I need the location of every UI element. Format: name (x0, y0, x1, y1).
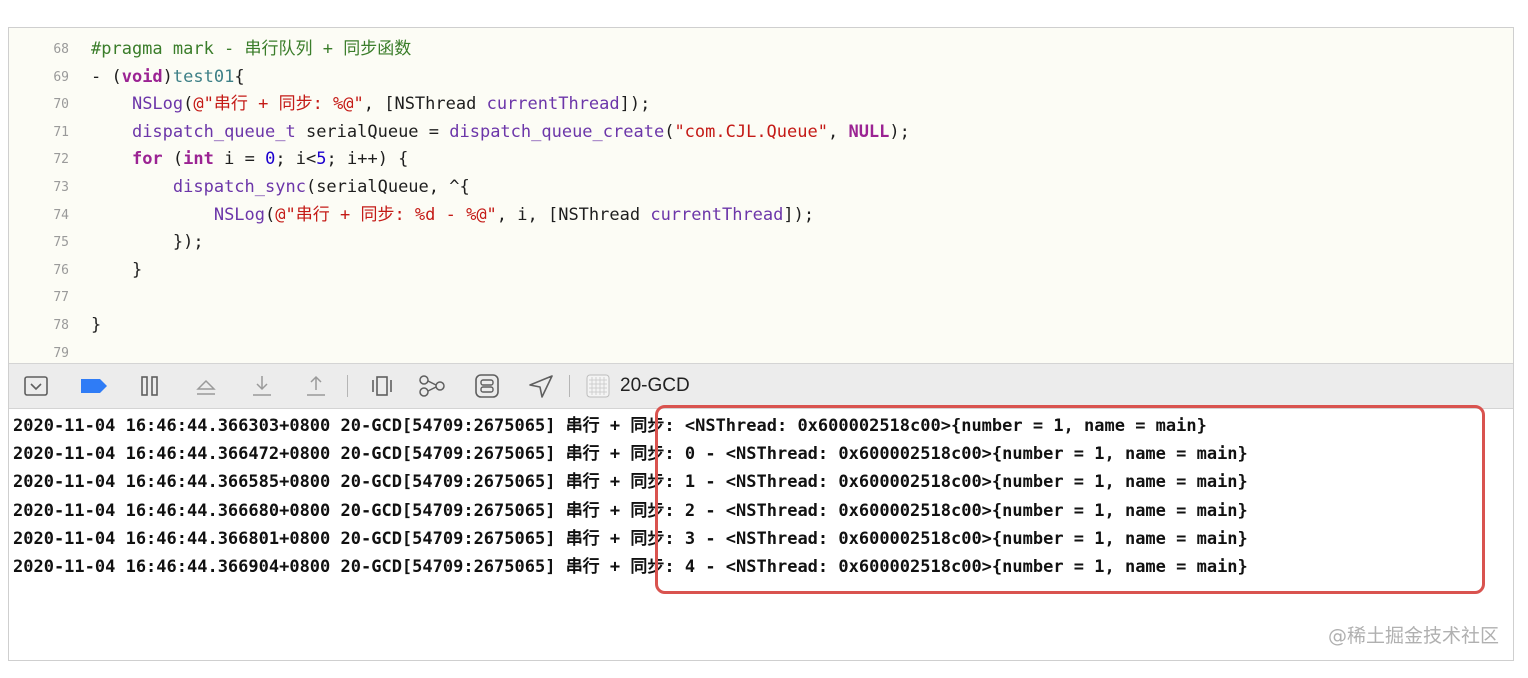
code-text: dispatch_queue_t serialQueue = dispatch_… (91, 119, 910, 146)
memory-graph-icon[interactable] (417, 373, 447, 399)
code-token: dispatch_sync (172, 177, 306, 197)
code-text: for (int i = 0; i<5; i++) { (91, 146, 408, 173)
step-over-icon[interactable] (193, 373, 219, 399)
code-text: NSLog(@"串行 + 同步: %@", [NSThread currentT… (91, 91, 650, 118)
step-into-icon[interactable] (249, 373, 275, 399)
code-text: }); (91, 229, 204, 256)
toolbar-divider (347, 375, 348, 397)
code-token: ]); (619, 94, 651, 115)
debug-toolbar: 20-GCD (9, 363, 1513, 409)
watermark: @稀土掘金技术社区 (1327, 625, 1499, 647)
code-token: dispatch_queue_create (449, 121, 665, 142)
log-prefix: 2020-11-04 16:46:44.366585+0800 20-GCD[5… (13, 472, 566, 493)
code-text: #pragma mark - 串行队列 + 同步函数 (91, 36, 411, 63)
code-token: ( (265, 204, 276, 225)
code-editor[interactable]: 68 #pragma mark - 串行队列 + 同步函数 69 - (void)te… (9, 28, 1513, 363)
log-prefix: 2020-11-04 16:46:44.366680+0800 20-GCD[5… (13, 500, 566, 521)
code-token: "com.CJL.Queue" (674, 121, 828, 142)
code-token: i = (213, 149, 266, 170)
log-prefix: 2020-11-04 16:46:44.366904+0800 20-GCD[5… (13, 557, 566, 577)
code-token: dispatch_queue_t (131, 121, 296, 142)
line-number: 74 (53, 207, 69, 223)
simulate-location-icon[interactable] (527, 373, 555, 399)
code-token: , [NSThread (363, 94, 487, 115)
code-token: - ( (91, 66, 122, 87)
code-token: , i, [NSThread (496, 204, 651, 225)
code-text: - (void)test01{ (91, 64, 245, 91)
code-token: #pragma mark - 串行队列 + 同步函数 (91, 39, 412, 59)
code-token: ( (183, 94, 194, 115)
step-out-icon[interactable] (303, 373, 329, 399)
code-token: } (91, 259, 143, 280)
line-number: 68 (53, 42, 69, 57)
code-token: 0 (265, 149, 276, 170)
code-text: NSLog(@"串行 + 同步: %d - %@", i, [NSThread … (91, 202, 814, 229)
code-token: NSLog (131, 94, 184, 115)
code-token: }); (91, 232, 204, 253)
breakpoints-toggle-icon[interactable] (79, 373, 109, 399)
line-number: 73 (53, 180, 69, 195)
line-number: 78 (53, 318, 69, 333)
code-token: currentThread (650, 204, 784, 225)
code-token: currentThread (486, 94, 620, 115)
pause-icon[interactable] (137, 373, 163, 399)
xcode-window: 68 #pragma mark - 串行队列 + 同步函数 69 - (void)te… (8, 27, 1514, 661)
code-token: ( (162, 149, 184, 170)
code-token: 5 (316, 149, 327, 170)
code-token: ( (664, 121, 675, 142)
line-number: 71 (53, 124, 69, 140)
line-number: 70 (53, 97, 69, 113)
code-token: ) (162, 66, 173, 87)
code-token: ); (889, 121, 910, 142)
line-number: 76 (53, 262, 69, 278)
code-token: ; i++) { (326, 149, 409, 170)
log-prefix: 2020-11-04 16:46:44.366801+0800 20-GCD[5… (13, 528, 566, 549)
debug-view-hierarchy-icon[interactable] (369, 373, 395, 399)
code-token: int (183, 149, 214, 170)
code-token: @"串行 + 同步: %@" (193, 94, 364, 115)
line-number: 72 (53, 152, 69, 168)
code-token: ; i< (275, 149, 317, 170)
line-number: 77 (53, 290, 69, 306)
target-app-icon[interactable] (585, 373, 611, 399)
code-token: for (131, 149, 163, 170)
line-number: 75 (53, 235, 69, 251)
code-text: } (91, 312, 101, 339)
highlight-box (655, 405, 1485, 594)
code-token: { (234, 66, 245, 87)
hide-debug-area-icon[interactable] (23, 373, 49, 399)
target-label[interactable]: 20-GCD (620, 373, 690, 399)
environment-overrides-icon[interactable] (473, 373, 501, 399)
code-token: NULL (848, 121, 890, 142)
log-prefix: 2020-11-04 16:46:44.366303+0800 20-GCD[5… (13, 416, 566, 436)
code-token: (serialQueue, ^{ (305, 177, 470, 197)
code-text: } (91, 257, 142, 284)
code-token: } (91, 315, 102, 335)
code-text: dispatch_sync(serialQueue, ^{ (91, 174, 470, 201)
code-token: serialQueue = (295, 121, 450, 142)
console-output[interactable]: 2020-11-04 16:46:44.366904+0800 20-GCD[5… (9, 405, 1513, 660)
line-number: 69 (53, 69, 69, 85)
code-token: @"串行 + 同步: %d - %@" (275, 204, 497, 225)
log-prefix: 2020-11-04 16:46:44.366472+0800 20-GCD[5… (13, 444, 566, 465)
code-token: , (827, 121, 849, 142)
code-token: NSLog (213, 204, 266, 225)
code-token: void (121, 66, 163, 87)
code-token: ]); (783, 204, 815, 225)
code-token: test01 (172, 66, 235, 87)
toolbar-divider (569, 375, 570, 397)
